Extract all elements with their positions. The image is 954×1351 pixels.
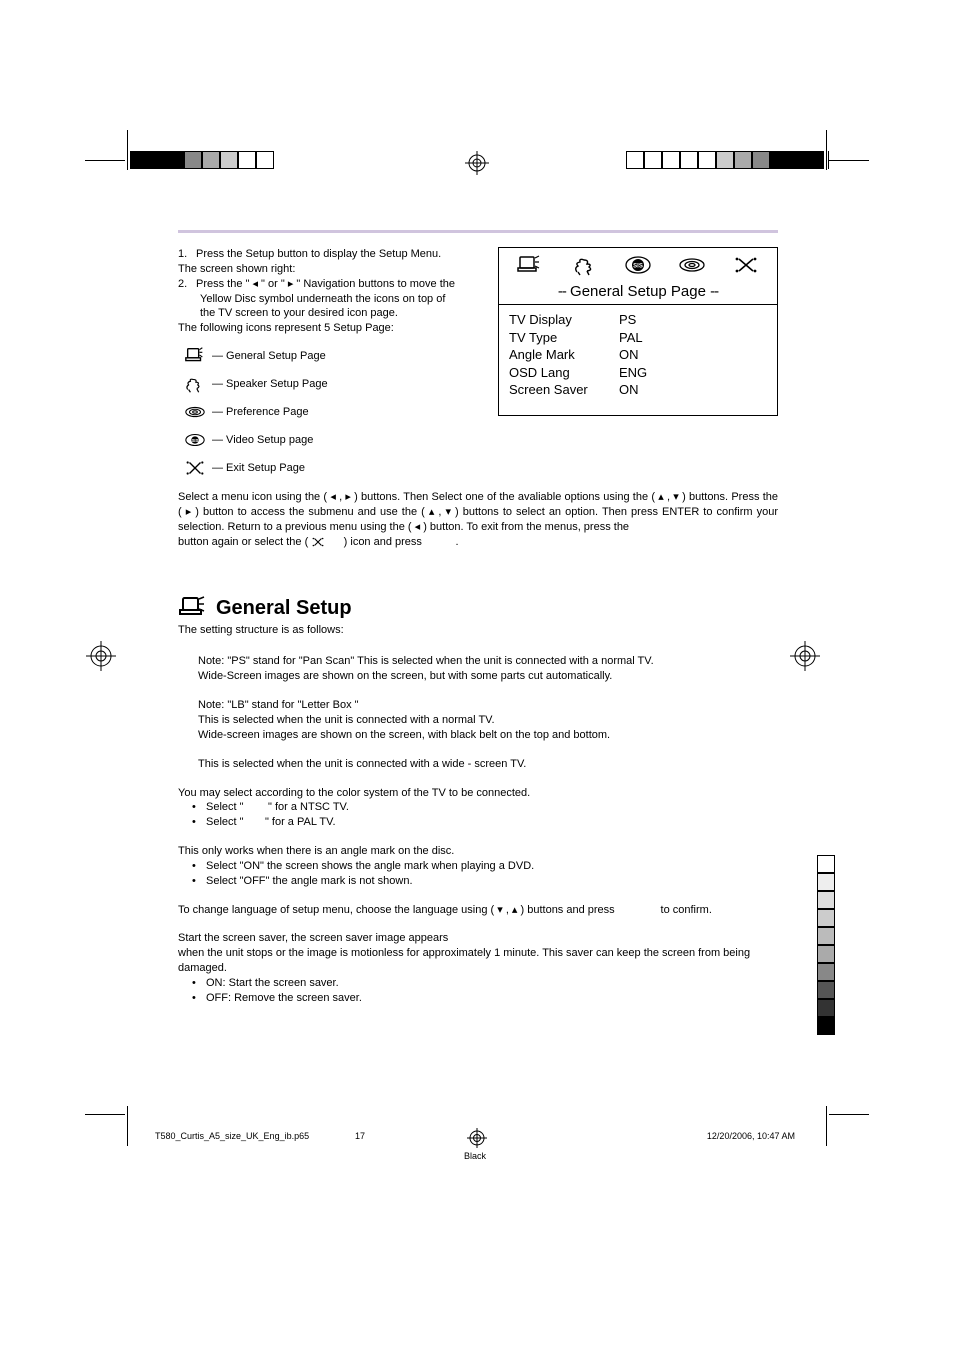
inline-exit-icon: [311, 536, 325, 553]
menu-row: Angle MarkON: [509, 346, 767, 364]
step-number: 1.: [178, 247, 196, 262]
step-number: 2.: [178, 277, 196, 292]
section-subtitle: The setting structure is as follows:: [178, 624, 778, 636]
osd-menu-screenshot: SIS -- General Setup Page -- TV DisplayP…: [498, 247, 778, 416]
angle-mark-block: This only works when there is an angle m…: [178, 844, 778, 889]
registration-mark-left: [86, 641, 116, 674]
menu-key: OSD Lang: [509, 364, 619, 382]
legend-label: — Preference Page: [212, 406, 309, 418]
setup-page-legend: — General Setup Page — Speaker Setup Pag…: [178, 342, 484, 482]
tv-display-lb-note: Note: "LB" stand for "Letter Box " This …: [178, 698, 778, 743]
menu-row: TV TypePAL: [509, 329, 767, 347]
step-text: Yellow Disc symbol underneath the icons …: [178, 292, 484, 307]
footer-page-number: 17: [355, 1131, 365, 1141]
registration-mark-right: [790, 641, 820, 674]
menu-speaker-icon: [569, 254, 599, 279]
menu-value: ON: [619, 346, 639, 364]
menu-value: ENG: [619, 364, 647, 382]
footer-filename: T580_Curtis_A5_size_UK_Eng_ib.p65: [155, 1131, 309, 1141]
menu-row: OSD LangENG: [509, 364, 767, 382]
menu-key: TV Type: [509, 329, 619, 347]
screen-saver-block: Start the screen saver, the screen saver…: [178, 931, 778, 1005]
menu-exit-icon: [731, 254, 761, 279]
general-setup-icon: [178, 346, 212, 366]
legend-label: — Speaker Setup Page: [212, 378, 328, 390]
section-title: General Setup: [178, 596, 778, 620]
video-setup-icon: SIS: [178, 430, 212, 450]
menu-preference-icon: [677, 254, 707, 279]
menu-key: TV Display: [509, 311, 619, 329]
print-grayscale-side: [817, 855, 835, 1035]
legend-label: — General Setup Page: [212, 350, 326, 362]
tv-display-ps-note: Note: "PS" stand for "Pan Scan" This is …: [178, 654, 778, 684]
tv-type-block: You may select according to the color sy…: [178, 786, 778, 831]
menu-general-icon: [515, 254, 545, 279]
registration-mark-top: [465, 151, 489, 178]
menu-key: Screen Saver: [509, 381, 619, 399]
step-text: the TV screen to your desired icon page.: [178, 306, 484, 321]
registration-mark-footer: [467, 1128, 487, 1151]
tv-display-wide-note: This is selected when the unit is connec…: [178, 757, 778, 772]
menu-value: PS: [619, 311, 636, 329]
osd-lang-block: To change language of setup menu, choose…: [178, 903, 778, 918]
footer-color: Black: [155, 1151, 795, 1161]
menu-key: Angle Mark: [509, 346, 619, 364]
page-content: 1.Press the Setup button to display the …: [178, 230, 778, 1020]
step-text: Press the " ◂ " or " ▸ " Navigation butt…: [196, 278, 455, 290]
svg-text:SIS: SIS: [192, 438, 199, 443]
footer-date: 12/20/2006, 10:47 AM: [707, 1131, 795, 1141]
preference-icon: [178, 402, 212, 422]
menu-value: PAL: [619, 329, 643, 347]
header-rule: [178, 230, 778, 233]
step-text: Press the Setup button to display the Se…: [196, 248, 441, 260]
print-color-bar-right: [626, 151, 824, 169]
screen-shown-line: The screen shown right:: [178, 262, 484, 277]
legend-label: — Exit Setup Page: [212, 462, 305, 474]
menu-title: -- General Setup Page --: [499, 281, 777, 305]
following-line: The following icons represent 5 Setup Pa…: [178, 321, 484, 336]
svg-text:SIS: SIS: [633, 264, 643, 270]
legend-label: — Video Setup page: [212, 434, 313, 446]
speaker-setup-icon: [178, 374, 212, 394]
menu-video-icon: SIS: [623, 254, 653, 279]
exit-setup-icon: [178, 458, 212, 478]
print-color-bar-left: [130, 151, 274, 169]
intro-steps: 1.Press the Setup button to display the …: [178, 247, 484, 336]
menu-value: ON: [619, 381, 639, 399]
menu-row: TV DisplayPS: [509, 311, 767, 329]
menu-row: Screen SaverON: [509, 381, 767, 399]
menu-navigation-paragraph: Select a menu icon using the ( ◂ , ▸ ) b…: [178, 490, 778, 552]
